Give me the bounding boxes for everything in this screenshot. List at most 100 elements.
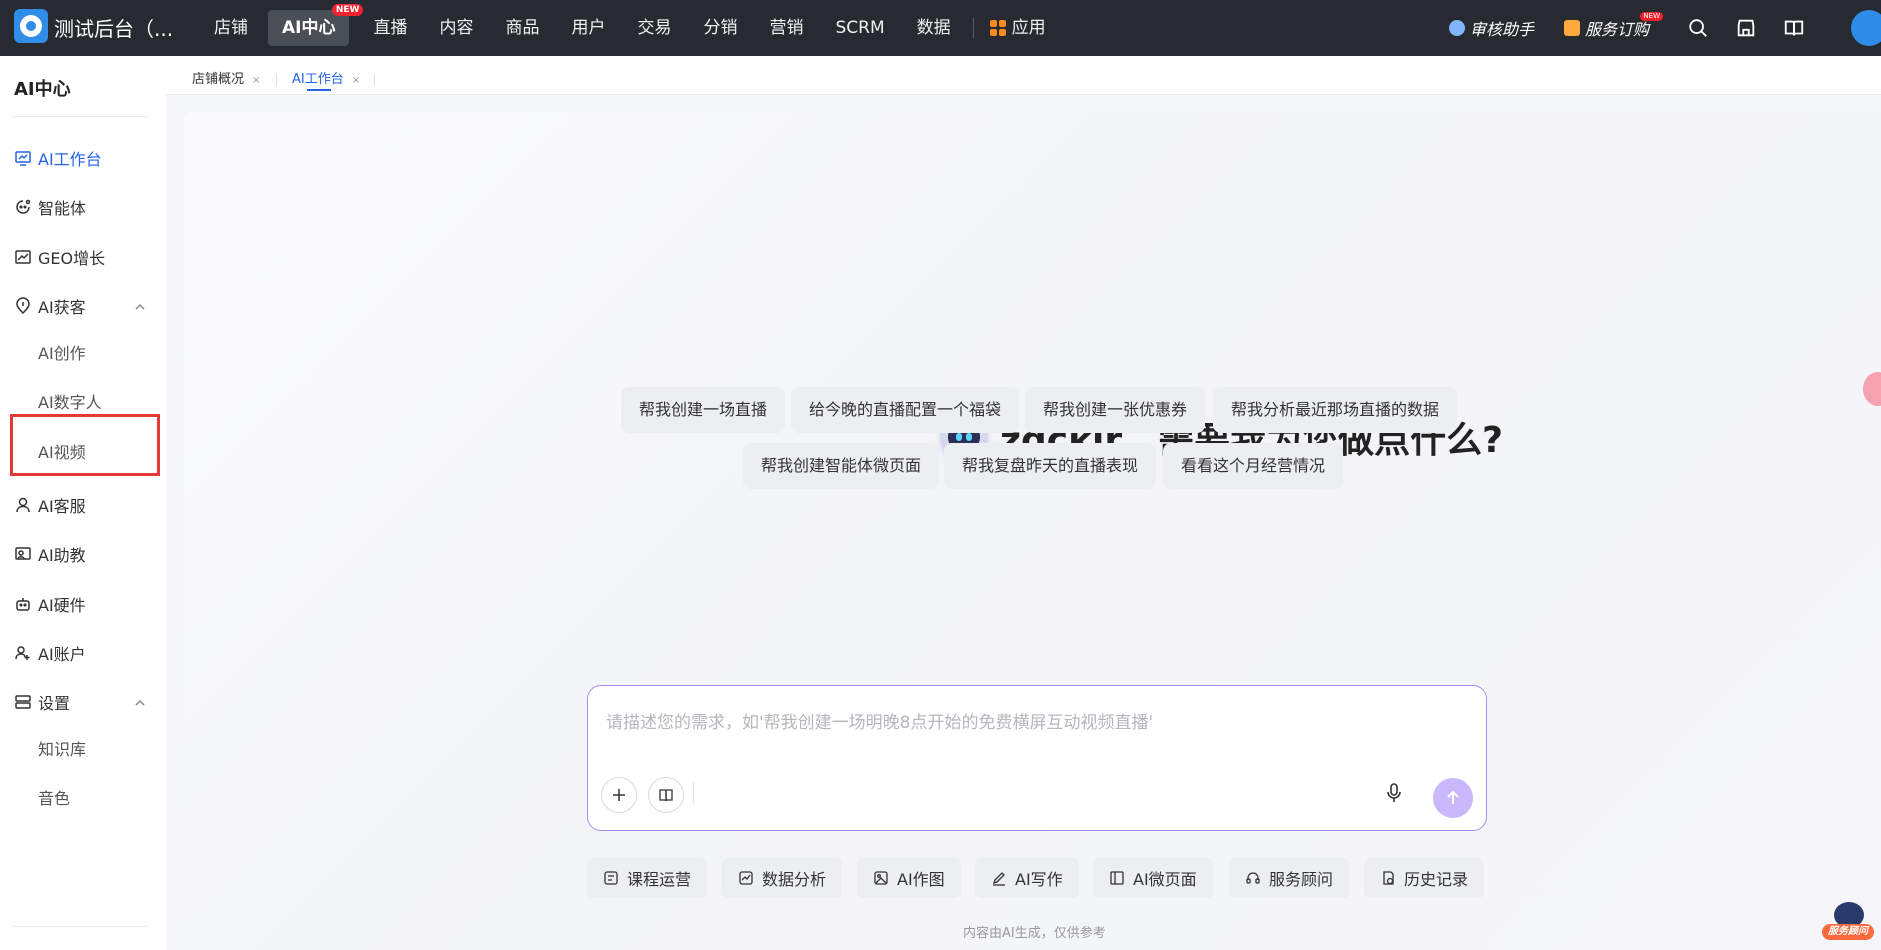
location-icon (16, 297, 30, 315)
tool-label: 课程运营 (627, 870, 692, 889)
tab-close-icon[interactable]: × (352, 75, 360, 86)
sidebar-subitem-voice[interactable]: 音色 (38, 785, 70, 809)
store-icon[interactable] (1735, 17, 1757, 39)
tool-data-analysis[interactable]: 数据分析 (722, 858, 843, 898)
tab-divider (276, 74, 277, 86)
book-icon[interactable] (1783, 17, 1805, 39)
tab-ai-workbench[interactable]: AI工作台 × (292, 68, 360, 87)
history-icon (1383, 871, 1394, 885)
input-divider (693, 782, 694, 804)
suggestion-chip[interactable]: 给今晚的直播配置一个福袋 (791, 387, 1020, 433)
sidebar-item-geo[interactable]: GEO增长 (14, 244, 105, 270)
sidebar-item-label: AI获客 (38, 298, 86, 317)
sidebar-item-settings[interactable]: 设置 (14, 689, 70, 715)
nav-product[interactable]: 商品 (489, 10, 555, 46)
sidebar-item-ai-workbench[interactable]: AI工作台 (14, 145, 102, 171)
page-tabbar: 店铺概况 × AI工作台 × (166, 56, 1881, 95)
arrow-up-icon (1447, 790, 1459, 804)
tool-label: 数据分析 (762, 870, 827, 889)
tab-close-icon[interactable]: × (252, 75, 260, 86)
suggestion-chip[interactable]: 帮我复盘昨天的直播表现 (944, 443, 1157, 489)
suggestion-chip[interactable]: 帮我创建智能体微页面 (743, 443, 940, 489)
chevron-up-icon[interactable] (133, 696, 147, 710)
page-icon (1110, 871, 1124, 885)
course-icon (604, 871, 618, 885)
sidebar-item-agent[interactable]: 智能体 (14, 194, 86, 220)
nav-live[interactable]: 直播 (357, 10, 423, 46)
sidebar-title: AI中心 (14, 79, 71, 100)
suggestion-chip[interactable]: 看看这个月经营情况 (1163, 443, 1344, 489)
service-advisor-float-label: 服务顾问 (1822, 924, 1874, 940)
user-plus-icon (15, 646, 30, 660)
sidebar-subitem-knowledge[interactable]: 知识库 (38, 736, 86, 760)
sidebar-item-label: AI客服 (38, 497, 86, 516)
chevron-up-icon[interactable] (133, 300, 147, 314)
tool-ai-micropage[interactable]: AI微页面 (1093, 858, 1213, 898)
tool-course-ops[interactable]: 课程运营 (587, 858, 708, 898)
nav-ai-center-label: AI中心 (282, 18, 336, 38)
sidebar-item-ai-account[interactable]: AI账户 (14, 640, 86, 666)
nav-trade[interactable]: 交易 (621, 10, 687, 46)
user-avatar[interactable] (1851, 10, 1881, 46)
knowledge-button[interactable] (648, 777, 684, 813)
nav-shop[interactable]: 店铺 (198, 10, 264, 46)
nav-distribution[interactable]: 分销 (687, 10, 753, 46)
tab-shop-overview[interactable]: 店铺概况 × (192, 68, 260, 87)
prompt-input[interactable] (606, 708, 1466, 748)
tool-ai-writing[interactable]: AI写作 (975, 858, 1079, 898)
suggestion-chip[interactable]: 帮我创建一场直播 (621, 387, 786, 433)
sidebar-subitem-ai-create[interactable]: AI创作 (38, 340, 86, 364)
tool-history[interactable]: 历史记录 (1364, 858, 1485, 898)
nav-apps[interactable]: 应用 (980, 10, 1062, 46)
sidebar-item-ai-hardware[interactable]: AI硬件 (14, 591, 86, 617)
chart-icon (15, 250, 31, 264)
tool-label: AI微页面 (1133, 870, 1197, 889)
sidebar-divider (12, 116, 148, 117)
send-button[interactable] (1433, 778, 1473, 818)
nav-ai-center[interactable]: AI中心 NEW (268, 4, 364, 46)
agent-icon (16, 199, 31, 214)
tool-service-advisor[interactable]: 服务顾问 (1229, 858, 1350, 898)
app-logo[interactable] (14, 9, 48, 43)
microphone-icon[interactable] (1383, 782, 1405, 804)
add-attachment-button[interactable] (601, 777, 637, 813)
sidebar-item-ai-acquire[interactable]: AI获客 (14, 293, 86, 319)
settings-icon (15, 695, 31, 709)
tool-ai-image[interactable]: AI作图 (857, 858, 961, 898)
tool-label: AI写作 (1015, 870, 1063, 889)
nav-content[interactable]: 内容 (423, 10, 489, 46)
suggestion-chip[interactable]: 帮我分析最近那场直播的数据 (1213, 387, 1458, 433)
sidebar-item-ai-assistant[interactable]: AI助教 (14, 541, 86, 567)
apps-grid-icon (989, 20, 1006, 36)
workbench-main: zgckjr，需要我为您做点什么? 帮我创建一场直播 给今晚的直播配置一个福袋 … (184, 112, 1881, 950)
annotation-highlight-box (10, 414, 160, 476)
sidebar: AI中心 AI工作台 智能体 GEO增长 AI获客 AI创作 AI数字人 AI视… (0, 56, 166, 950)
tab-label: AI工作台 (292, 72, 344, 87)
user-icon (16, 497, 30, 513)
review-helper-button[interactable]: 审核助手 (1448, 16, 1534, 40)
image-icon (874, 871, 888, 885)
sidebar-subitem-ai-digital-human[interactable]: AI数字人 (38, 389, 102, 413)
search-icon[interactable] (1687, 17, 1709, 39)
nav-marketing[interactable]: 营销 (753, 10, 819, 46)
sidebar-item-ai-service[interactable]: AI客服 (14, 492, 86, 518)
nav-scrm[interactable]: SCRM (819, 10, 900, 46)
active-tab-underline (307, 89, 331, 91)
nav-data[interactable]: 数据 (901, 10, 967, 46)
nav-user[interactable]: 用户 (555, 10, 621, 46)
service-order-label: 服务订购 (1584, 20, 1649, 39)
headset-icon (1246, 872, 1260, 884)
crown-icon (1563, 20, 1580, 36)
teacher-icon (15, 547, 31, 560)
ai-disclaimer: 内容由AI生成，仅供参考 (963, 926, 1106, 941)
review-helper-label: 审核助手 (1469, 20, 1534, 39)
brand-title[interactable]: 测试后台（... (54, 13, 173, 42)
sidebar-item-label: AI工作台 (38, 150, 102, 169)
robot-icon (16, 598, 30, 611)
service-order-button[interactable]: 服务订购 NEW (1563, 12, 1663, 40)
suggestion-chip[interactable]: 帮我创建一张优惠券 (1025, 387, 1206, 433)
top-navbar: 测试后台（... 店铺 AI中心 NEW 直播 内容 商品 用户 交易 分销 营… (0, 0, 1881, 56)
service-advisor-float[interactable]: 服务顾问 (1822, 902, 1874, 942)
sidebar-item-label: 设置 (38, 694, 71, 713)
analysis-icon (739, 871, 753, 885)
